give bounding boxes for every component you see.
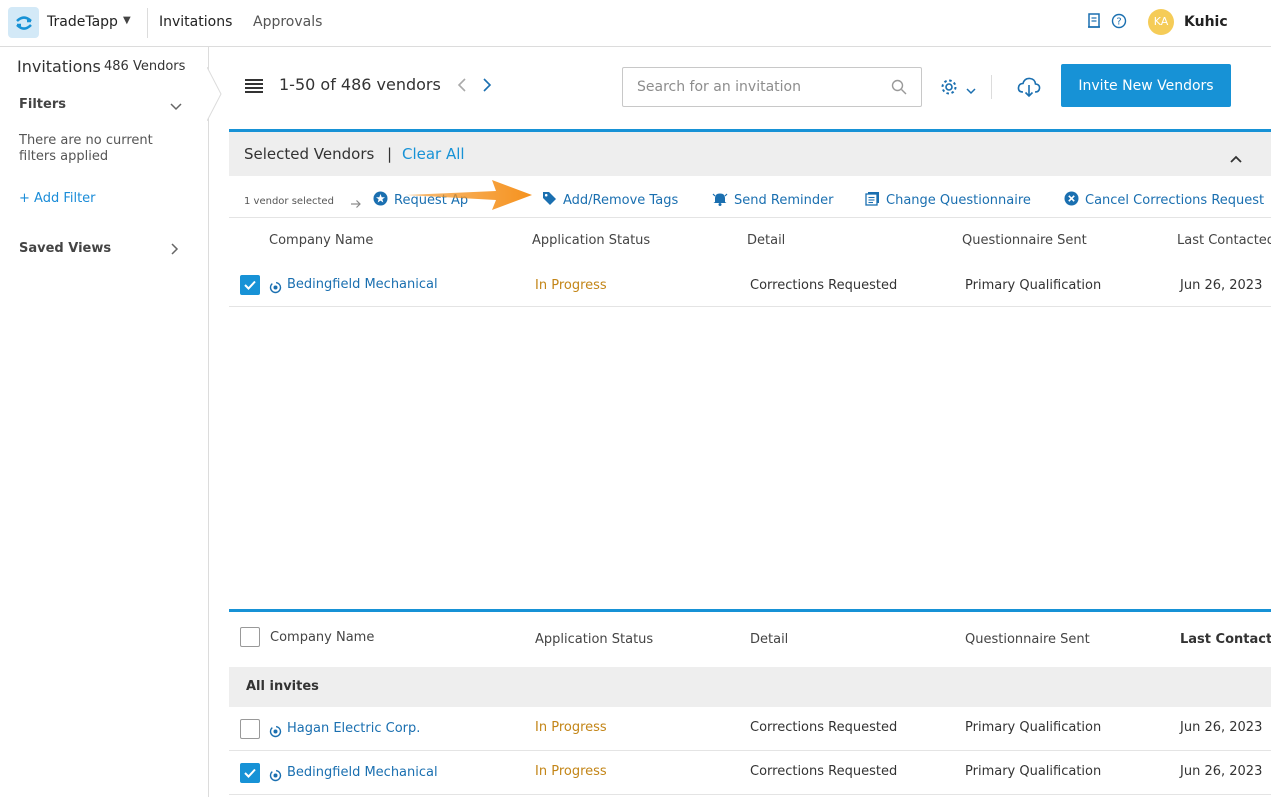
table-row[interactable]: Bedingfield Mechanical In Progress Corre… (229, 260, 1271, 307)
table-row[interactable]: Bedingfield Mechanical In Progress Corre… (229, 751, 1271, 795)
avatar[interactable]: KA (1148, 9, 1174, 35)
status-text: In Progress (535, 720, 607, 735)
tag-icon (543, 192, 556, 205)
cancel-circle-icon (1064, 191, 1079, 206)
invite-new-vendors-button[interactable]: Invite New Vendors (1061, 64, 1231, 107)
send-reminder-label: Send Reminder (734, 193, 834, 208)
questionnaire-text: Primary Qualification (965, 720, 1102, 735)
help-icon[interactable]: ? (1111, 13, 1127, 33)
last-contacted-text: Jun 26, 2023 (1180, 764, 1263, 779)
detail-text: Corrections Requested (750, 764, 898, 779)
bulk-action-bar: 1 vendor selected Request Ap Add/Remove … (229, 176, 1271, 218)
column-header-detail[interactable]: Detail (750, 632, 788, 647)
cancel-corrections-label: Cancel Corrections Request (1085, 193, 1265, 208)
company-status-icon (269, 279, 282, 298)
status-text: In Progress (535, 278, 607, 293)
cancel-corrections-action[interactable]: Cancel Corrections Request (1064, 191, 1264, 208)
column-header-detail[interactable]: Detail (747, 233, 785, 248)
selected-count: 1 vendor selected (244, 196, 334, 207)
star-badge-icon (373, 191, 388, 206)
send-reminder-action[interactable]: Send Reminder (712, 191, 833, 208)
clear-all-link[interactable]: Clear All (402, 145, 465, 163)
svg-text:?: ? (1116, 17, 1121, 28)
document-icon[interactable] (1087, 13, 1101, 33)
questionnaire-text: Primary Qualification (965, 278, 1102, 293)
chevron-right-icon[interactable] (170, 241, 180, 260)
company-name-link[interactable]: Hagan Electric Corp. (287, 721, 420, 736)
separator: | (387, 145, 393, 163)
company-name-link[interactable]: Bedingfield Mechanical (287, 277, 438, 292)
questionnaire-text: Primary Qualification (965, 764, 1102, 779)
main-content: 1-50 of 486 vendors Invite New Vendors S… (209, 47, 1271, 797)
status-text: In Progress (535, 764, 607, 779)
search-input[interactable] (622, 67, 922, 107)
change-questionnaire-label: Change Questionnaire (886, 193, 1031, 208)
no-filters-text: There are no current filters applied (19, 133, 153, 164)
detail-text: Corrections Requested (750, 720, 898, 735)
group-header: All invites (229, 667, 1271, 707)
add-remove-tags-action[interactable]: Add/Remove Tags (542, 191, 678, 208)
column-header-questionnaire[interactable]: Questionnaire Sent (965, 632, 1090, 647)
column-header-status[interactable]: Application Status (532, 233, 650, 248)
vendor-count: 486 Vendors (104, 59, 186, 74)
column-header-last-contacted[interactable]: Last Contacte (1180, 632, 1271, 647)
last-contacted-text: Jun 26, 2023 (1180, 720, 1263, 735)
add-remove-tags-label: Add/Remove Tags (563, 193, 679, 208)
divider (147, 8, 148, 38)
add-filter-link[interactable]: + Add Filter (19, 191, 96, 206)
column-header-company[interactable]: Company Name (269, 233, 373, 248)
company-name-link[interactable]: Bedingfield Mechanical (287, 765, 438, 780)
search-icon[interactable] (891, 79, 907, 99)
select-all-checkbox[interactable] (240, 627, 260, 647)
row-checkbox[interactable] (240, 275, 260, 295)
top-bar: TradeTapp ▼ Invitations Approvals ? KA K… (0, 0, 1271, 47)
chevron-down-icon[interactable] (965, 81, 977, 100)
detail-text: Corrections Requested (750, 278, 898, 293)
column-header-company[interactable]: Company Name (270, 630, 374, 645)
user-name[interactable]: Kuhic (1184, 14, 1228, 30)
bell-icon (712, 193, 728, 206)
column-header-status[interactable]: Application Status (535, 632, 653, 647)
filters-heading[interactable]: Filters (19, 97, 66, 112)
column-header-last-contacted[interactable]: Last Contacted (1177, 233, 1271, 248)
saved-views-heading[interactable]: Saved Views (19, 241, 111, 256)
nav-invitations[interactable]: Invitations (159, 14, 232, 30)
company-status-icon (269, 723, 282, 742)
questionnaire-icon (865, 192, 879, 206)
next-page-icon[interactable] (482, 77, 492, 97)
pagination-text: 1-50 of 486 vendors (279, 75, 441, 94)
sidebar: Invitations 486 Vendors Filters There ar… (0, 47, 222, 797)
cloud-download-icon[interactable] (1017, 76, 1041, 102)
checkmark-icon (244, 768, 256, 778)
selected-vendors-header: Selected Vendors | Clear All (229, 132, 1271, 176)
checkmark-icon (244, 280, 256, 290)
company-status-icon (269, 767, 282, 786)
tradetapp-logo-icon[interactable] (8, 7, 39, 38)
group-label: All invites (246, 679, 319, 694)
caret-down-icon[interactable]: ▼ (123, 15, 131, 26)
list-menu-icon[interactable] (245, 78, 263, 97)
row-checkbox[interactable] (240, 719, 260, 739)
selected-vendors-panel: Selected Vendors | Clear All 1 vendor se… (229, 129, 1271, 350)
divider (991, 75, 992, 99)
change-questionnaire-action[interactable]: Change Questionnaire (865, 191, 1031, 208)
sidebar-title: Invitations (17, 57, 101, 76)
gear-icon[interactable] (940, 78, 958, 100)
nav-approvals[interactable]: Approvals (253, 14, 322, 30)
row-checkbox[interactable] (240, 763, 260, 783)
callout-arrow-icon (406, 180, 532, 210)
last-contacted-text: Jun 26, 2023 (1180, 278, 1263, 293)
column-header-questionnaire[interactable]: Questionnaire Sent (962, 233, 1087, 248)
prev-page-icon[interactable] (457, 77, 467, 97)
table-row[interactable]: Hagan Electric Corp. In Progress Correct… (229, 707, 1271, 751)
all-invites-panel: Company Name Application Status Detail Q… (229, 609, 1271, 797)
chevron-up-icon[interactable] (1229, 149, 1243, 168)
app-switcher-label[interactable]: TradeTapp (47, 14, 118, 30)
selected-vendors-title: Selected Vendors (244, 145, 375, 163)
arrow-right-icon (350, 194, 362, 213)
chevron-down-icon[interactable] (169, 97, 183, 116)
